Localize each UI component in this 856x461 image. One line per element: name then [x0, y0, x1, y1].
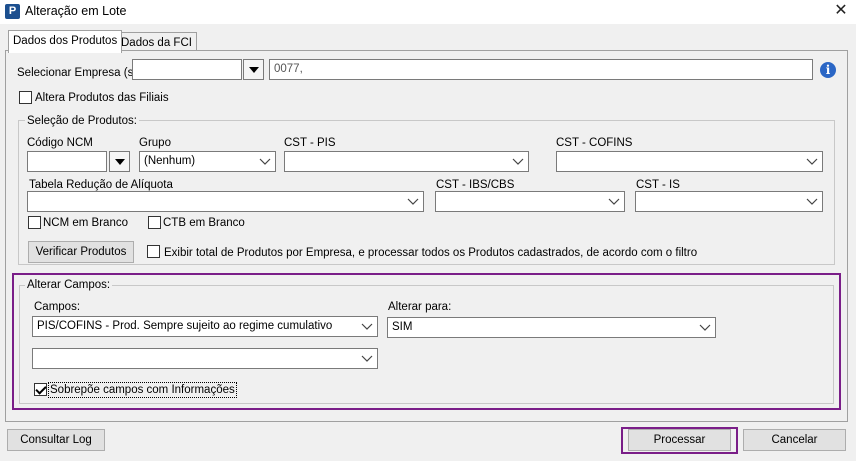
alterar-campos-legend: Alterar Campos:	[25, 278, 113, 292]
consultar-log-button[interactable]: Consultar Log	[7, 429, 105, 451]
info-icon[interactable]: i	[820, 62, 836, 78]
chevron-down-icon	[259, 158, 271, 165]
alterar-para-value: SIM	[392, 321, 413, 333]
altera-filiais-checkbox[interactable]	[19, 91, 32, 104]
grupo-label: Grupo	[139, 137, 171, 149]
cst-ibs-cbs-select[interactable]	[435, 191, 625, 212]
campos-select-2[interactable]	[32, 348, 378, 369]
codigo-ncm-value	[28, 152, 106, 156]
chevron-down-icon	[361, 323, 373, 330]
empresa-label: Selecionar Empresa (s):	[17, 67, 141, 79]
empresa-input[interactable]	[132, 59, 242, 80]
tab-label: Dados da FCI	[121, 37, 192, 49]
alterar-para-select[interactable]: SIM	[387, 317, 716, 338]
cst-is-label: CST - IS	[636, 179, 680, 191]
grupo-value: (Nenhum)	[144, 155, 196, 167]
exibir-total-checkbox[interactable]	[147, 245, 160, 258]
chevron-down-icon	[608, 198, 620, 205]
triangle-down-icon	[115, 159, 125, 165]
cst-pis-select[interactable]	[284, 151, 529, 172]
empresa-list-value: 0077,	[274, 63, 303, 75]
chevron-down-icon	[361, 355, 373, 362]
ncm-branco-label: NCM em Branco	[43, 217, 128, 229]
chevron-down-icon	[699, 324, 711, 331]
window-title: Alteração em Lote	[25, 4, 127, 18]
altera-filiais-label: Altera Produtos das Filiais	[35, 92, 169, 104]
ncm-branco-checkbox[interactable]	[28, 216, 41, 229]
cancelar-label: Cancelar	[771, 434, 818, 446]
cst-is-select[interactable]	[635, 191, 823, 212]
consultar-log-label: Consultar Log	[20, 434, 92, 446]
cst-cofins-label: CST - COFINS	[556, 137, 633, 149]
triangle-down-icon	[249, 67, 259, 73]
tabela-reducao-select[interactable]	[27, 191, 424, 212]
chevron-down-icon	[407, 198, 419, 205]
verificar-produtos-label: Verificar Produtos	[35, 246, 127, 258]
sobrepoe-label: Sobrepõe campos com Informações	[48, 382, 237, 398]
alterar-para-label: Alterar para:	[388, 301, 452, 313]
tabela-reducao-label: Tabela Redução de Alíquota	[29, 179, 173, 191]
app-logo-icon: P	[5, 4, 20, 19]
codigo-ncm-input[interactable]	[27, 151, 107, 172]
tab-label: Dados dos Produtos	[13, 35, 118, 47]
cst-ibs-cbs-label: CST - IBS/CBS	[436, 179, 515, 191]
cst-pis-label: CST - PIS	[284, 137, 336, 149]
codigo-ncm-label: Código NCM	[27, 137, 93, 149]
sobrepoe-checkbox[interactable]	[34, 383, 47, 396]
campos-value: PIS/COFINS - Prod. Sempre sujeito ao reg…	[37, 320, 333, 332]
empresa-dropdown-button[interactable]	[243, 59, 264, 80]
empresa-list-field[interactable]: 0077,	[269, 59, 813, 80]
title-bar: P Alteração em Lote ✕	[0, 0, 856, 24]
cancelar-button[interactable]: Cancelar	[743, 429, 846, 451]
close-icon[interactable]: ✕	[826, 0, 856, 24]
ctb-branco-label: CTB em Branco	[163, 217, 245, 229]
codigo-ncm-dropdown-button[interactable]	[109, 151, 130, 172]
grupo-select[interactable]: (Nenhum)	[139, 151, 276, 172]
tab-dados-produtos[interactable]: Dados dos Produtos	[8, 30, 123, 53]
empresa-input-value	[133, 60, 241, 64]
processar-button[interactable]: Processar	[628, 429, 731, 451]
processar-label: Processar	[653, 434, 706, 446]
campos-select[interactable]: PIS/COFINS - Prod. Sempre sujeito ao reg…	[32, 316, 378, 337]
verificar-produtos-button[interactable]: Verificar Produtos	[28, 241, 134, 263]
ctb-branco-checkbox[interactable]	[148, 216, 161, 229]
exibir-total-label: Exibir total de Produtos por Empresa, e …	[164, 247, 698, 259]
cst-cofins-select[interactable]	[556, 151, 823, 172]
campos-label: Campos:	[34, 301, 81, 313]
chevron-down-icon	[806, 158, 818, 165]
chevron-down-icon	[512, 158, 524, 165]
chevron-down-icon	[806, 198, 818, 205]
selecao-produtos-legend: Seleção de Produtos:	[25, 114, 139, 128]
